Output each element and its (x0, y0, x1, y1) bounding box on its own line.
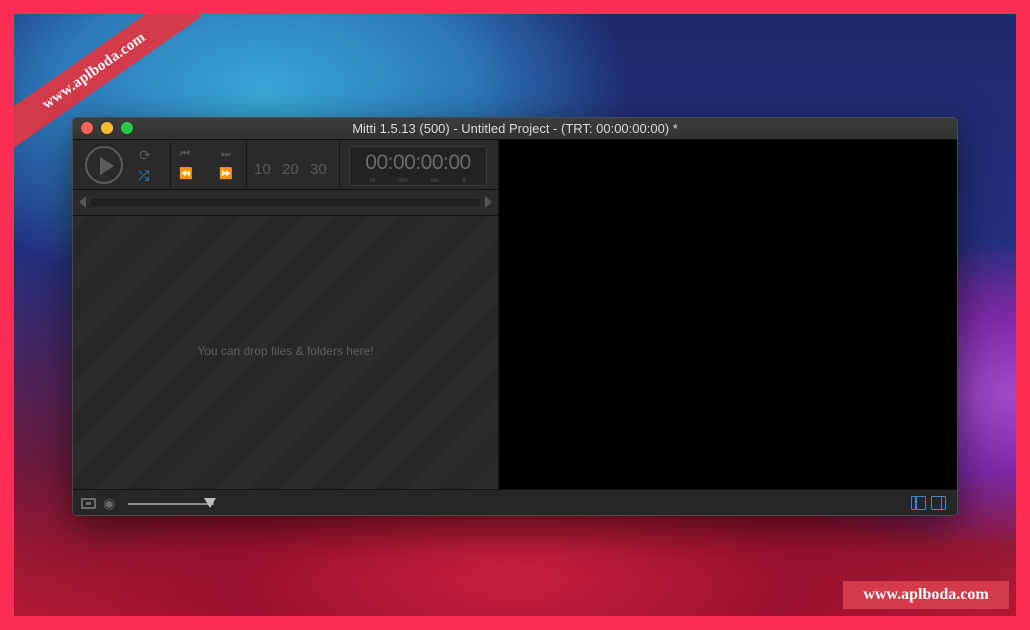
toolbar-divider (339, 142, 340, 188)
preview-opacity-slider[interactable] (128, 503, 214, 505)
shuffle-icon[interactable]: ⤮ (138, 168, 149, 182)
toolbar-divider (246, 142, 247, 188)
loop-icon[interactable]: ⟳ (139, 148, 151, 162)
cue-list-dropzone[interactable]: You can drop files & folders here! (73, 216, 498, 489)
window-title: Mitti 1.5.13 (500) - Untitled Project - … (352, 121, 678, 136)
fullscreen-icon[interactable] (81, 498, 96, 509)
previous-cue-icon[interactable]: ⏮ (180, 149, 190, 160)
skip-20-button[interactable]: 20 (282, 161, 299, 178)
preview-opacity-thumb[interactable] (203, 498, 216, 508)
timecode-unit-fr: fr (462, 178, 466, 184)
scroll-left-icon[interactable] (79, 196, 86, 208)
fast-forward-icon[interactable]: ⏩ (219, 169, 233, 180)
next-cue-icon[interactable]: ⏭ (221, 149, 231, 160)
scrubber-track[interactable] (91, 199, 480, 206)
scrubber-bar (73, 190, 498, 216)
rewind-icon[interactable]: ⏪ (179, 169, 193, 180)
drop-hint: You can drop files & folders here! (197, 344, 374, 358)
timecode-value: 00:00:00:00 (365, 151, 471, 174)
skip-10-button[interactable]: 10 (254, 161, 271, 178)
play-icon[interactable] (85, 146, 123, 184)
playlist-pane: ⟳ ⤮ ⏮ ⏭ ⏪ ⏩ 10 20 30 00:00:00:00 hr min … (73, 140, 498, 489)
scroll-right-icon[interactable] (485, 196, 492, 208)
timecode-unit-hr: hr (370, 178, 376, 184)
toolbar-divider (170, 142, 171, 188)
bottom-bar: ◉ (73, 489, 957, 515)
title-bar[interactable]: Mitti 1.5.13 (500) - Untitled Project - … (73, 118, 957, 140)
timecode-unit-min: min (398, 178, 408, 184)
timecode-unit-sec: sec (430, 178, 440, 184)
app-window: Mitti 1.5.13 (500) - Untitled Project - … (72, 117, 958, 516)
transport-bar: ⟳ ⤮ ⏮ ⏭ ⏪ ⏩ 10 20 30 00:00:00:00 hr min … (73, 140, 498, 190)
timecode-units: hr min sec fr (370, 178, 466, 184)
skip-30-button[interactable]: 30 (310, 161, 327, 178)
watermark-badge: www.aplboda.com (843, 581, 1009, 609)
video-preview (499, 140, 957, 489)
timecode-display: 00:00:00:00 hr min sec fr (349, 146, 487, 186)
eye-icon[interactable]: ◉ (103, 495, 115, 512)
layout-right-icon[interactable] (931, 496, 946, 510)
layout-left-icon[interactable] (911, 496, 926, 510)
